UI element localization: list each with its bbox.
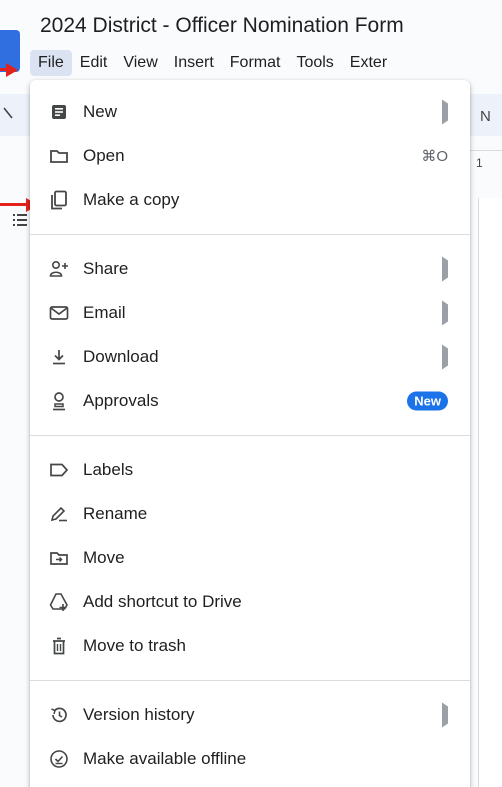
docs-app: 2024 District - Officer Nomination Form … [0,0,502,787]
rename-icon [48,503,70,525]
menu-divider [30,435,470,436]
chevron-right-icon [442,300,448,326]
menu-divider [30,234,470,235]
trash-icon [48,635,70,657]
doc-icon [48,101,70,123]
menu-item-labels[interactable]: Labels [30,448,470,492]
menu-file[interactable]: File [30,50,72,76]
menu-item-label: Make a copy [83,190,180,209]
menu-item-label: Download [83,347,159,366]
history-icon [48,704,70,726]
menu-item-label: Version history [83,705,195,724]
menu-item-new[interactable]: New [30,90,470,134]
menu-item-move-to-trash[interactable]: Move to trash [30,624,470,668]
menu-view[interactable]: View [115,50,165,76]
chevron-right-icon [442,256,448,282]
menu-item-download[interactable]: Download [30,335,470,379]
menu-item-label: Move [83,548,125,567]
menu-item-label: Share [83,259,129,278]
menu-item-label: Add shortcut to Drive [83,592,242,611]
outline-icon[interactable] [12,212,28,228]
menubar: File Edit View Insert Format Tools Exter [30,48,395,78]
menu-item-open[interactable]: Open ⌘O [30,134,470,178]
move-icon [48,547,70,569]
ruler [470,150,502,181]
menu-item-label: Make available offline [83,749,247,768]
chevron-right-icon [442,344,448,370]
approval-icon [48,390,70,412]
drive-shortcut-icon [48,591,70,613]
menu-item-email[interactable]: Email [30,291,470,335]
menu-item-make-available-offline[interactable]: Make available offline [30,737,470,781]
menu-item-move[interactable]: Move [30,536,470,580]
menu-item-label: New [83,102,118,121]
menu-item-label: Labels [83,460,134,479]
new-badge: New [407,391,448,411]
person-add-icon [48,258,70,280]
document-page[interactable] [478,198,502,787]
chevron-right-icon [442,99,448,125]
search-menus-icon[interactable] [2,106,16,122]
menu-item-version-history[interactable]: Version history [30,693,470,737]
ruler-number: 1 [476,156,483,170]
mail-icon [48,302,70,324]
chevron-right-icon [442,702,448,728]
menu-item-label: Open [83,146,125,165]
menu-item-approvals[interactable]: Approvals New [30,379,470,423]
menu-item-label: Move to trash [83,636,186,655]
menu-divider [30,680,470,681]
menu-edit[interactable]: Edit [72,50,116,76]
menu-item-make-a-copy[interactable]: Make a copy [30,178,470,222]
menu-item-label: Rename [83,504,148,523]
label-icon [48,459,70,481]
toolbar-partial-label: N [480,108,491,125]
shortcut-text: ⌘O [421,148,448,165]
copy-icon [48,189,70,211]
file-menu: New Open ⌘O Make a copy Share Email Down… [30,80,470,787]
document-title[interactable]: 2024 District - Officer Nomination Form [40,14,404,38]
menu-item-add-shortcut-to-drive[interactable]: Add shortcut to Drive [30,580,470,624]
menu-format[interactable]: Format [222,50,289,76]
menu-item-label: Approvals [83,391,159,410]
menu-extensions[interactable]: Exter [342,50,395,76]
menu-item-rename[interactable]: Rename [30,492,470,536]
menu-item-label: Email [83,303,126,322]
folder-icon [48,145,70,167]
download-icon [48,346,70,368]
menu-insert[interactable]: Insert [166,50,222,76]
menu-tools[interactable]: Tools [288,50,341,76]
menu-item-share[interactable]: Share [30,247,470,291]
offline-icon [48,748,70,770]
